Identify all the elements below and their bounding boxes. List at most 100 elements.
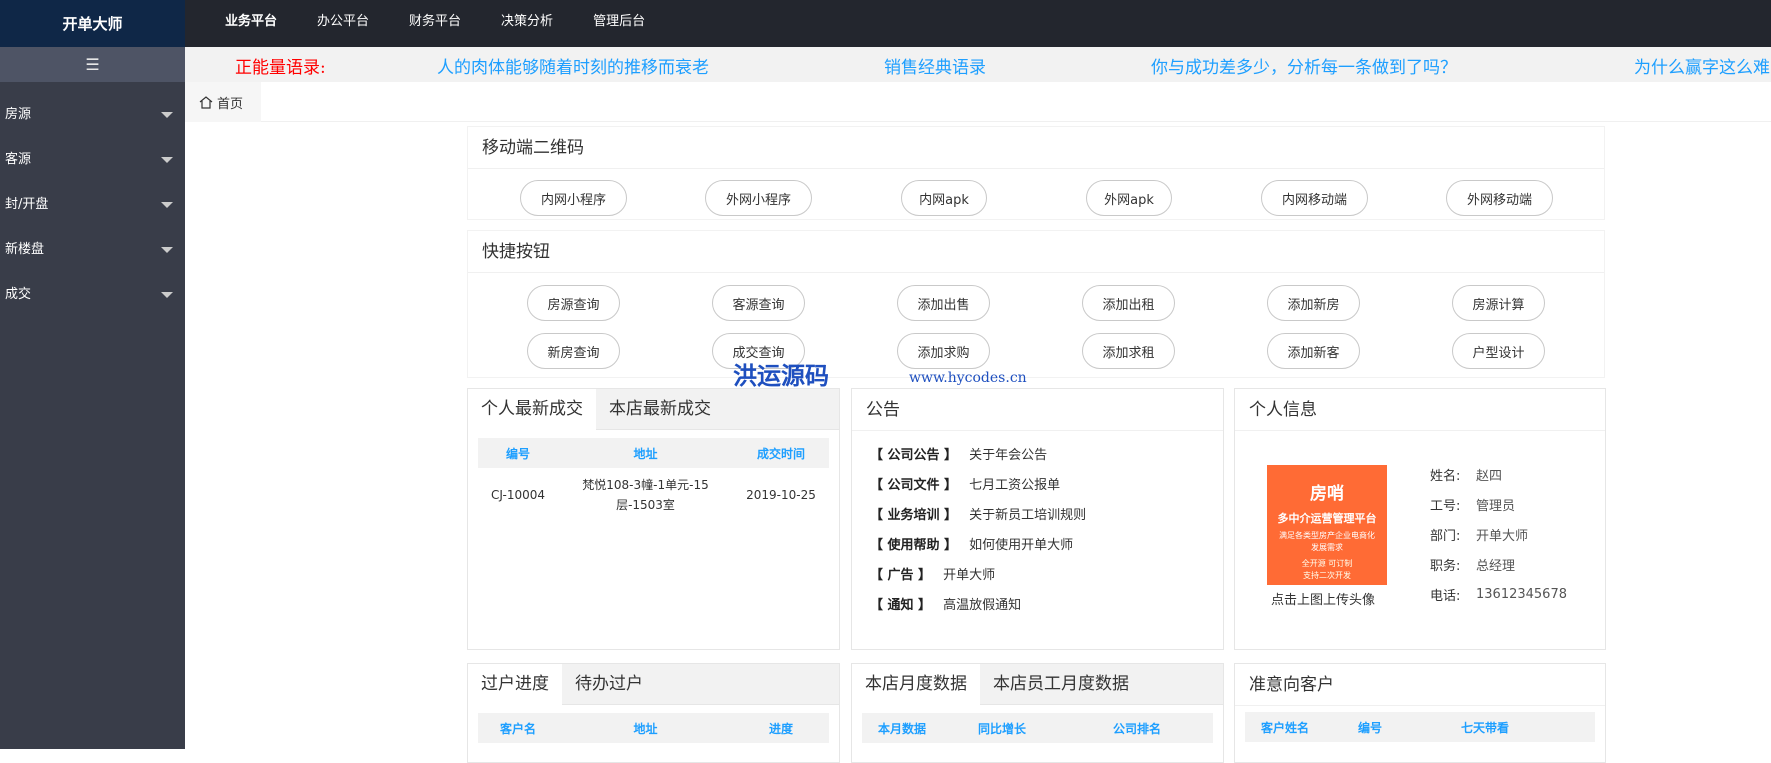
sidebar-item-new-buildings[interactable]: 新楼盘 [0,227,185,272]
field-key: 电话: [1430,588,1461,604]
nav-item-admin[interactable]: 管理后台 [573,0,665,47]
monthly-table-header: 本月数据 同比增长 公司排名 [862,713,1213,743]
sidebar-item-clients[interactable]: 客源 [0,137,185,182]
tab-store-monthly[interactable]: 本店月度数据 [852,664,980,705]
tab-staff-monthly[interactable]: 本店员工月度数据 [980,664,1142,705]
floorplan-design-button[interactable]: 户型设计 [1452,333,1545,369]
tab-store-deals[interactable]: 本店最新成交 [596,389,724,430]
profile-field: 工号: 管理员 [1430,489,1567,519]
tab-transfer-progress[interactable]: 过户进度 [468,664,562,705]
tab-home-label: 首页 [217,96,244,112]
nav-item-analysis[interactable]: 决策分析 [481,0,573,47]
new-home-search-button[interactable]: 新房查询 [527,333,620,369]
notice-item[interactable]: 【 使用帮助 】如何使用开单大师 [870,528,1223,558]
notice-text: 高温放假通知 [943,597,1022,613]
sidebar-item-label: 客源 [5,152,32,167]
profile-field: 姓名: 赵四 [1430,459,1567,489]
menu-toggle-button[interactable]: ☰ [0,47,185,82]
add-new-home-button[interactable]: 添加新房 [1267,285,1360,321]
external-mobile-button[interactable]: 外网移动端 [1446,180,1553,216]
nav-item-business[interactable]: 业务平台 [185,0,297,47]
tab-home[interactable]: 首页 [185,82,261,122]
field-value: 开单大师 [1476,528,1529,544]
notice-item[interactable]: 【 广告 】开单大师 [870,558,1223,588]
caret-down-icon [161,202,173,208]
marquee-item[interactable]: 销售经典语录 [884,53,986,78]
avatar-line5: 全开源 可订制 [1301,559,1353,568]
profile-field: 电话: 13612345678 [1430,579,1567,609]
intent-card-title: 准意向客户 [1235,664,1605,706]
notice-card: 公告 【 公司公告 】关于年会公告 【 公司文件 】七月工资公报单 【 业务培训… [851,388,1224,650]
marquee-item[interactable]: 你与成功差多少，分析每一条做到了吗？ [1151,53,1457,78]
avatar-line3: 满足各类型房产企业电商化 [1279,531,1375,540]
deal-address-line1: 梵悦108-3幢-1单元-15 [582,478,709,492]
marquee-item[interactable]: 为什么赢字这么难 [1634,53,1770,78]
notice-text: 关于年会公告 [969,447,1048,463]
external-miniprogram-button[interactable]: 外网小程序 [705,180,812,216]
sidebar-item-open-close[interactable]: 封/开盘 [0,182,185,227]
brand-logo[interactable]: 开单大师 [0,0,185,47]
tab-pending-transfer[interactable]: 待办过户 [562,664,656,705]
notice-text: 关于新员工培训规则 [969,507,1087,523]
sidebar-item-label: 成交 [5,287,32,302]
add-new-client-button[interactable]: 添加新客 [1267,333,1360,369]
top-bar: 开单大师 业务平台 办公平台 财务平台 决策分析 管理后台 [0,0,1771,47]
notice-item[interactable]: 【 通知 】高温放假通知 [870,588,1223,618]
field-value: 13612345678 [1476,586,1567,602]
field-key: 姓名: [1430,468,1461,484]
intent-table-header: 客户姓名 编号 七天带看 [1245,712,1595,742]
quote-marquee: 正能量语录: 人的肉体能够随着时刻的推移而衰老 销售经典语录 你与成功差多少，分… [185,47,1771,82]
column-header: 编号 [505,446,530,461]
table-row[interactable]: CJ-10004 梵悦108-3幢-1单元-15 层-1503室 2019-10… [478,468,829,522]
add-sale-button[interactable]: 添加出售 [897,285,990,321]
avatar[interactable]: 房哨 多中介运营管理平台 满足各类型房产企业电商化 发展需求 全开源 可订制 支… [1267,465,1387,585]
avatar-upload-hint[interactable]: 点击上图上传头像 [1271,589,1375,608]
sidebar-item-label: 房源 [5,107,32,122]
notice-item[interactable]: 【 业务培训 】关于新员工培训规则 [870,498,1223,528]
external-apk-button[interactable]: 外网apk [1086,180,1172,216]
transfer-card: 过户进度 待办过户 客户名 地址 进度 [467,663,840,763]
column-header: 编号 [1357,720,1382,735]
quick-buttons-card: 快捷按钮 房源查询 客源查询 添加出售 添加出租 添加新房 房源计算 新房查询 … [467,230,1605,378]
listing-calc-button[interactable]: 房源计算 [1452,285,1545,321]
listing-search-button[interactable]: 房源查询 [527,285,620,321]
profile-fields: 姓名: 赵四 工号: 管理员 部门: 开单大师 职务: 总经理 电话: 136123456… [1430,459,1567,609]
notice-list: 【 公司公告 】关于年会公告 【 公司文件 】七月工资公报单 【 业务培训 】关… [852,431,1223,618]
internal-miniprogram-button[interactable]: 内网小程序 [520,180,627,216]
field-value: 总经理 [1476,558,1516,574]
notice-text: 如何使用开单大师 [969,537,1074,553]
caret-down-icon [161,112,173,118]
transfer-tabs: 过户进度 待办过户 [468,664,839,705]
sidebar-item-deals[interactable]: 成交 [0,272,185,317]
sidebar-item-label: 封/开盘 [5,197,49,212]
field-key: 部门: [1430,528,1461,544]
add-buy-request-button[interactable]: 添加求购 [897,333,990,369]
menu-icon: ☰ [85,55,100,74]
tab-personal-deals[interactable]: 个人最新成交 [468,389,596,430]
deal-date: 2019-10-25 [746,488,816,502]
marquee-item[interactable]: 人的肉体能够随着时刻的推移而衰老 [437,53,709,78]
client-search-button[interactable]: 客源查询 [712,285,805,321]
nav-item-finance[interactable]: 财务平台 [389,0,481,47]
caret-down-icon [161,247,173,253]
add-rental-button[interactable]: 添加出租 [1082,285,1175,321]
profile-card: 个人信息 房哨 多中介运营管理平台 满足各类型房产企业电商化 发展需求 全开源 … [1234,388,1606,650]
watermark-text: 洪运源码 [733,361,829,390]
column-header: 公司排名 [1112,721,1161,736]
notice-item[interactable]: 【 公司文件 】七月工资公报单 [870,468,1223,498]
notice-item[interactable]: 【 公司公告 】关于年会公告 [870,438,1223,468]
avatar-line1: 房哨 [1310,484,1344,504]
transfer-table-header: 客户名 地址 进度 [478,713,829,743]
notice-text: 七月工资公报单 [969,477,1061,493]
internal-apk-button[interactable]: 内网apk [901,180,987,216]
field-value: 管理员 [1476,498,1516,514]
add-rent-request-button[interactable]: 添加求租 [1082,333,1175,369]
internal-mobile-button[interactable]: 内网移动端 [1261,180,1368,216]
caret-down-icon [161,292,173,298]
monthly-tabs: 本店月度数据 本店员工月度数据 [852,664,1223,705]
nav-item-office[interactable]: 办公平台 [297,0,389,47]
field-key: 工号: [1430,498,1461,514]
column-header: 客户名 [499,721,536,736]
sidebar-item-listings[interactable]: 房源 [0,92,185,137]
intent-clients-card: 准意向客户 客户姓名 编号 七天带看 [1234,663,1606,763]
